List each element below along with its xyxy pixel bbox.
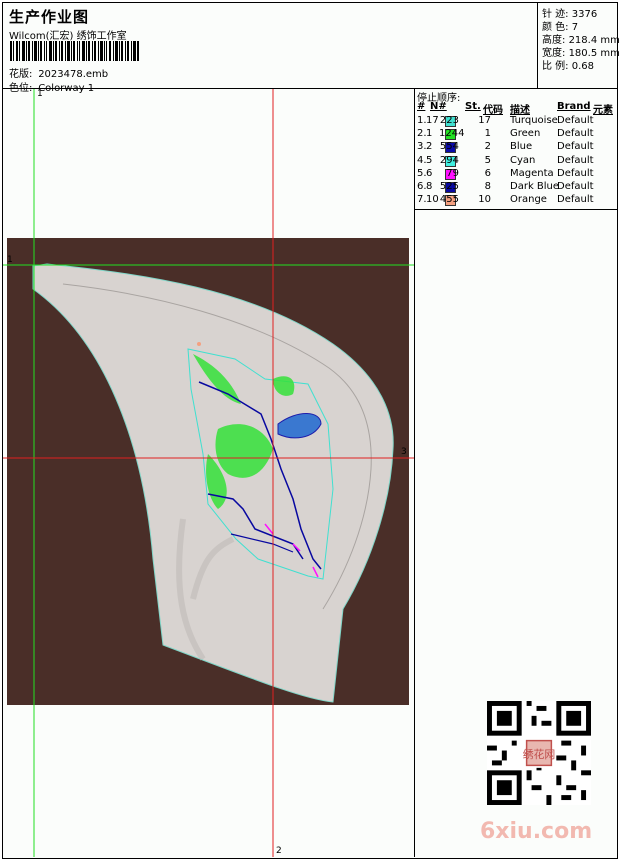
row-needle: 8 — [426, 181, 433, 192]
company-name: Wilcom(汇宏) 绣饰工作室 — [9, 31, 127, 42]
guide-marker-1: 1 — [37, 89, 43, 99]
row-description: Turquoise — [510, 115, 558, 126]
col-element: 元素 — [593, 105, 613, 116]
row-description: Blue — [510, 141, 533, 153]
row-stitches: 1244 — [439, 128, 465, 140]
row-needle: 10 — [426, 194, 439, 206]
col-needle: N# — [430, 101, 447, 112]
table-row[interactable]: 5. 6 79 6 Magenta Default — [415, 168, 617, 181]
row-code: 5 — [484, 154, 491, 166]
table-row[interactable]: 7. 10 455 10 Orange Default — [415, 194, 617, 207]
row-code: 1 — [484, 128, 491, 140]
row-stitches: 79 — [446, 167, 459, 179]
table-row[interactable]: 4. 5 294 5 Cyan Default — [415, 155, 617, 168]
row-description: Green — [510, 128, 541, 140]
row-brand: Default — [557, 115, 594, 126]
col-code: 代码 — [483, 105, 503, 116]
row-description: Magenta — [510, 167, 554, 179]
stop-sequence-panel: 停止顺序: # N# St. 代码 描述 Brand 元素 1. 17 223 17 T… — [415, 89, 617, 857]
row-brand: Default — [557, 181, 594, 192]
row-needle: 2 — [426, 141, 433, 153]
design-label: 花版: — [9, 69, 33, 80]
row-needle: 5 — [426, 154, 433, 166]
stat-scale: 比 例: 0.68 — [542, 61, 595, 72]
guide-marker-3: 3 — [401, 447, 407, 457]
guide-marker-2: 2 — [276, 846, 282, 856]
row-stitches: 223 — [439, 115, 459, 126]
row-brand: Default — [557, 141, 594, 153]
row-brand: Default — [557, 167, 594, 179]
row-code: 17 — [478, 115, 491, 126]
row-brand: Default — [557, 128, 594, 140]
table-row[interactable]: 2. 1 1244 1 Green Default — [415, 128, 617, 141]
page-title: 生产作业图 — [9, 8, 90, 26]
orange-stitch — [197, 342, 201, 346]
design-file-row: 花版: 2023478.emb — [9, 65, 108, 80]
row-description: Dark Blue — [510, 181, 560, 192]
guide-marker-1-left: 1 — [7, 255, 13, 265]
row-code: 2 — [484, 141, 491, 153]
design-preview-svg — [3, 89, 414, 857]
row-needle: 17 — [426, 115, 439, 126]
col-stitches: St. — [465, 101, 481, 112]
row-stitches: 525 — [439, 181, 459, 192]
col-index: # — [417, 101, 426, 112]
row-description: Cyan — [510, 154, 536, 166]
barcode-icon — [10, 41, 139, 61]
col-description: 描述 — [510, 105, 530, 116]
design-preview-canvas[interactable]: 1 1 2 3 — [3, 89, 414, 857]
table-row[interactable]: 3. 2 554 2 Blue Default — [415, 141, 617, 154]
row-stitches: 554 — [439, 141, 459, 153]
row-stitches: 455 — [439, 194, 459, 206]
row-code: 8 — [484, 181, 491, 192]
watermark-text: 6xiu.com — [480, 819, 593, 844]
stop-sequence-header: # N# St. 代码 描述 Brand 元素 — [415, 101, 617, 116]
row-description: Orange — [510, 194, 547, 206]
stats-panel: 针 迹: 3376 颜 色: 7 高度: 218.4 mm 宽度: 180.5 … — [537, 2, 620, 88]
table-row[interactable]: 1. 17 223 17 Turquoise Default — [415, 115, 617, 128]
table-row[interactable]: 6. 8 525 8 Dark Blue Default — [415, 181, 617, 194]
row-code: 6 — [484, 167, 491, 179]
row-brand: Default — [557, 154, 594, 166]
row-stitches: 294 — [439, 154, 459, 166]
row-needle: 1 — [426, 128, 433, 140]
col-brand: Brand — [557, 101, 591, 112]
row-brand: Default — [557, 194, 594, 206]
header-info: 生产作业图 Wilcom(汇宏) 绣饰工作室 花版: 2023478.emb 色… — [4, 4, 537, 94]
svg-text:绣花网: 绣花网 — [523, 748, 556, 761]
row-needle: 6 — [426, 167, 433, 179]
row-code: 10 — [478, 194, 491, 206]
qr-code-icon: 绣花网 — [487, 701, 591, 805]
